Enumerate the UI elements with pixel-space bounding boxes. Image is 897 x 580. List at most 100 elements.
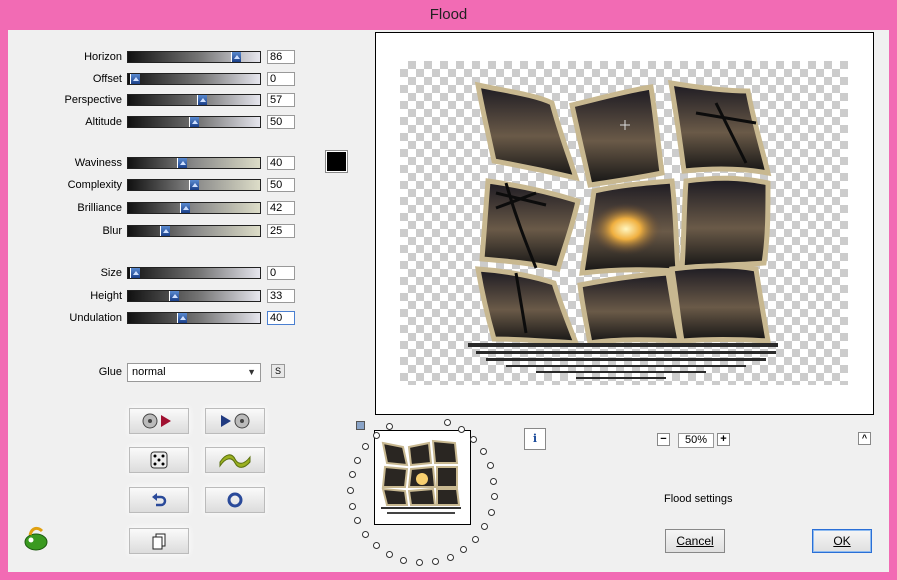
- horizon-value-field[interactable]: 86: [267, 50, 295, 64]
- zoom-out-button[interactable]: −: [657, 433, 670, 446]
- dial-dot[interactable]: [487, 508, 495, 516]
- glue-value: normal: [132, 366, 166, 378]
- preview-image: [468, 79, 778, 379]
- size-value-field[interactable]: 0: [267, 266, 295, 280]
- waviness-slider-thumb[interactable]: [177, 158, 188, 168]
- offset-label: Offset: [92, 73, 122, 85]
- undulation-value-field[interactable]: 40: [267, 311, 295, 325]
- cancel-button[interactable]: Cancel: [665, 529, 725, 553]
- height-value-field[interactable]: 33: [267, 289, 295, 303]
- preview-area[interactable]: [375, 32, 874, 415]
- save-preset-button[interactable]: [205, 408, 265, 434]
- dice-icon: [150, 451, 168, 469]
- horizon-slider[interactable]: [127, 51, 261, 63]
- dial-dot[interactable]: [372, 431, 380, 439]
- color-swatch[interactable]: [325, 150, 348, 173]
- brilliance-label: Brilliance: [77, 202, 122, 214]
- dial-dot[interactable]: [457, 426, 465, 434]
- complexity-label: Complexity: [67, 179, 122, 191]
- copy-button[interactable]: [129, 528, 189, 554]
- altitude-slider[interactable]: [127, 116, 261, 128]
- dial-dot[interactable]: [385, 550, 393, 558]
- dial-dot[interactable]: [361, 530, 369, 538]
- cancel-label: Cancel: [676, 534, 714, 548]
- brilliance-value-field[interactable]: 42: [267, 201, 295, 215]
- waviness-label: Waviness: [74, 157, 122, 169]
- circle-icon: [227, 492, 243, 508]
- dial-dot[interactable]: [400, 556, 408, 564]
- random-button[interactable]: [129, 447, 189, 473]
- dial-dot[interactable]: [385, 423, 393, 431]
- blur-slider[interactable]: [127, 225, 261, 237]
- size-slider[interactable]: [127, 267, 261, 279]
- size-label: Size: [100, 267, 122, 279]
- dial-dot[interactable]: [479, 448, 487, 456]
- info-button[interactable]: i: [524, 428, 546, 450]
- glue-s-button[interactable]: S: [271, 364, 285, 378]
- perspective-value-field[interactable]: 57: [267, 93, 295, 107]
- dial-dot[interactable]: [372, 542, 380, 550]
- height-slider-thumb[interactable]: [168, 291, 179, 301]
- load-preset-button[interactable]: [129, 408, 189, 434]
- dial-dot[interactable]: [486, 462, 494, 470]
- zoom-level: 50%: [678, 433, 714, 448]
- blur-value-field[interactable]: 25: [267, 224, 295, 238]
- complexity-value-field[interactable]: 50: [267, 178, 295, 192]
- wave-button[interactable]: [205, 447, 265, 473]
- waviness-value-field[interactable]: 40: [267, 156, 295, 170]
- undulation-slider[interactable]: [127, 312, 261, 324]
- offset-value-field[interactable]: 0: [267, 72, 295, 86]
- glue-label: Glue: [98, 366, 122, 378]
- play-disc-icon: [221, 413, 250, 429]
- blur-slider-thumb[interactable]: [159, 226, 170, 236]
- copy-pages-icon: [152, 533, 166, 550]
- dial-dot[interactable]: [361, 443, 369, 451]
- dial-dot[interactable]: [443, 419, 451, 427]
- complexity-slider[interactable]: [127, 179, 261, 191]
- altitude-slider-thumb[interactable]: [189, 117, 199, 127]
- offset-slider-thumb[interactable]: [130, 74, 140, 84]
- horizon-label: Horizon: [84, 51, 122, 63]
- default-button[interactable]: [205, 487, 265, 513]
- wave-icon: [219, 454, 251, 468]
- complexity-slider-thumb[interactable]: [189, 180, 199, 190]
- undulation-slider-thumb[interactable]: [177, 313, 188, 323]
- brilliance-slider[interactable]: [127, 202, 261, 214]
- dial-dot[interactable]: [490, 493, 498, 501]
- dial-dot[interactable]: [431, 557, 439, 565]
- navigator-handle[interactable]: [356, 421, 365, 430]
- dial-dot[interactable]: [469, 436, 477, 444]
- blur-label: Blur: [102, 225, 122, 237]
- perspective-slider-thumb[interactable]: [197, 95, 208, 105]
- waviness-slider[interactable]: [127, 157, 261, 169]
- ok-button[interactable]: OK: [812, 529, 872, 553]
- collapse-button[interactable]: ^: [858, 432, 871, 445]
- dial-dot[interactable]: [353, 456, 361, 464]
- thumbnail-navigator[interactable]: [374, 430, 471, 525]
- glue-select[interactable]: normal ▼: [127, 363, 261, 382]
- thumbnail-image: [381, 439, 461, 514]
- dial-dot[interactable]: [446, 553, 454, 561]
- perspective-slider[interactable]: [127, 94, 261, 106]
- reset-button[interactable]: [129, 487, 189, 513]
- horizon-slider-thumb[interactable]: [231, 52, 242, 62]
- dial-dot[interactable]: [347, 487, 354, 494]
- altitude-label: Altitude: [85, 116, 122, 128]
- height-slider[interactable]: [127, 290, 261, 302]
- flood-dialog: Flood Horizon 86 Offset 0 Perspective 57 Altit…: [0, 0, 897, 580]
- altitude-value-field[interactable]: 50: [267, 115, 295, 129]
- dial-dot[interactable]: [472, 535, 480, 543]
- dial-dot[interactable]: [490, 477, 498, 485]
- dial-dot[interactable]: [415, 558, 423, 566]
- leaf-logo-icon: [24, 526, 48, 551]
- dial-dot[interactable]: [348, 502, 356, 510]
- window-title: Flood: [429, 6, 468, 23]
- perspective-label: Perspective: [64, 94, 122, 106]
- undulation-label: Undulation: [69, 312, 122, 324]
- zoom-in-button[interactable]: +: [717, 433, 730, 446]
- brilliance-slider-thumb[interactable]: [179, 203, 190, 213]
- size-slider-thumb[interactable]: [130, 268, 140, 278]
- undo-arrow-icon: [152, 493, 167, 507]
- offset-slider[interactable]: [127, 73, 261, 85]
- status-text: Flood settings: [664, 493, 733, 505]
